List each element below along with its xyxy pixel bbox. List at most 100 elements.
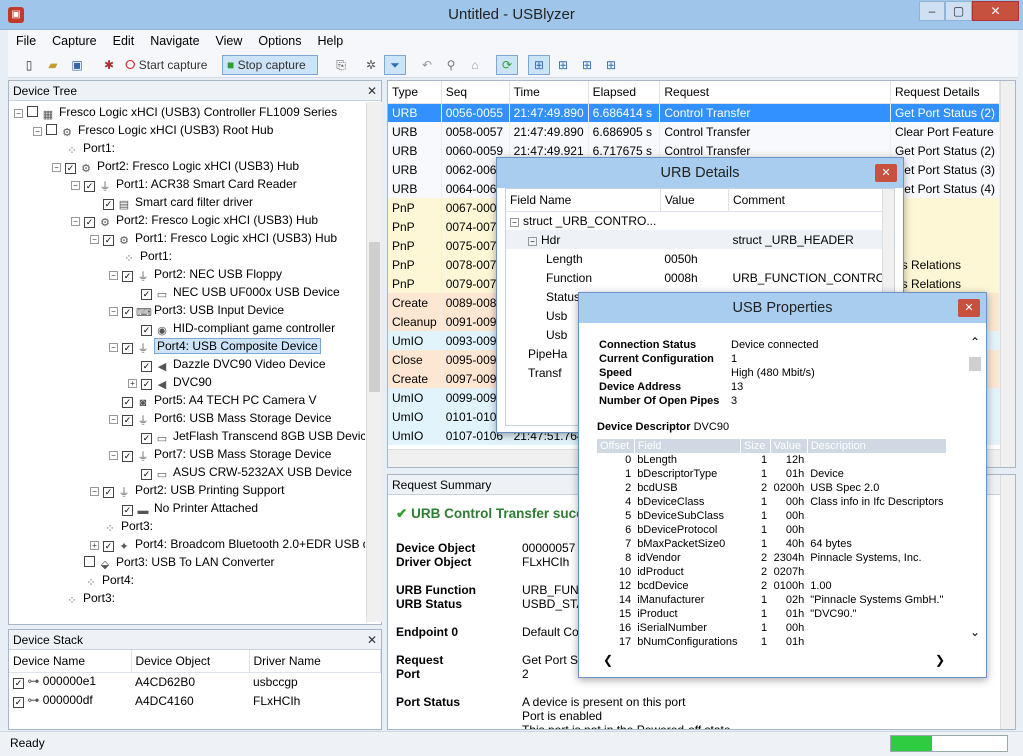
tree-checkbox[interactable]: ✓ — [141, 289, 152, 300]
menu-navigate[interactable]: Navigate — [142, 30, 207, 52]
tree-checkbox[interactable]: ✓ — [141, 325, 152, 336]
view-1-icon[interactable]: ⊞ — [528, 55, 550, 75]
tree-checkbox[interactable]: ✓ — [84, 181, 95, 192]
table-row[interactable]: 1 bDescriptorType 1 01h Device — [597, 467, 947, 481]
view-4-icon[interactable]: ⊞ — [600, 55, 622, 75]
tree-node[interactable]: − ✓ ⏚ Port7: USB Mass Storage Device — [109, 445, 331, 463]
collapse-icon[interactable]: − — [14, 109, 23, 118]
table-row[interactable]: ✓ ⊶ 000000e1 A4CD62B0 usbccgp — [9, 672, 381, 691]
column-header[interactable]: Field — [634, 439, 741, 453]
table-row[interactable]: − Hdr struct _URB_HEADER — [506, 230, 894, 249]
close-icon[interactable]: ✕ — [367, 630, 377, 650]
tree-node[interactable]: ⁘ Port3: — [90, 517, 153, 535]
table-row[interactable]: Function 0008h URB_FUNCTION_CONTROL_ — [506, 268, 894, 287]
table-row[interactable]: 15 iProduct 1 01h "DVC90." — [597, 607, 947, 621]
table-row[interactable]: 10 idProduct 2 0207h — [597, 565, 947, 579]
minimize-button[interactable]: – — [919, 1, 945, 21]
tree-checkbox[interactable] — [46, 124, 57, 135]
column-header[interactable]: Value — [660, 189, 729, 212]
stack-checkbox[interactable]: ✓ — [13, 678, 24, 690]
column-header[interactable]: Type — [388, 81, 442, 104]
menu-view[interactable]: View — [208, 30, 251, 52]
capture-settings-icon[interactable]: ✱ — [98, 55, 120, 75]
scrollbar-thumb[interactable] — [969, 357, 981, 371]
tree-checkbox[interactable]: ✓ — [84, 217, 95, 228]
tree-checkbox[interactable]: ✓ — [141, 433, 152, 444]
table-row[interactable]: 2 bcdUSB 2 0200h USB Spec 2.0 — [597, 481, 947, 495]
expand-icon[interactable]: + — [128, 379, 137, 388]
tree-checkbox[interactable]: ✓ — [103, 541, 114, 552]
column-header[interactable]: Elapsed — [588, 81, 661, 104]
tree-checkbox[interactable]: ✓ — [103, 199, 114, 210]
props-scrollbar[interactable]: ⌃ ⌄ — [968, 335, 982, 655]
open-folder-icon[interactable]: ▰ — [42, 55, 64, 75]
tree-checkbox[interactable]: ✓ — [122, 307, 133, 318]
close-icon[interactable]: ✕ — [958, 299, 980, 317]
collapse-icon[interactable]: − — [90, 235, 99, 244]
start-capture-button[interactable]: ⭘ Start capture — [120, 55, 220, 75]
maximize-button[interactable]: ▢ — [945, 1, 972, 21]
tree-node[interactable]: ⁘ Port4: — [71, 571, 134, 589]
back-icon[interactable]: ↶ — [416, 55, 438, 75]
scroll-right-icon[interactable]: ❯ — [935, 653, 945, 667]
collapse-icon[interactable]: − — [71, 217, 80, 226]
column-header[interactable]: Request — [659, 81, 891, 104]
menu-capture[interactable]: Capture — [44, 30, 104, 52]
scroll-down-icon[interactable]: ⌄ — [968, 625, 982, 639]
table-row[interactable]: Length 0050h — [506, 249, 894, 268]
tree-node[interactable]: + ✓ ◀ DVC90 — [128, 373, 212, 391]
collapse-icon[interactable]: − — [109, 307, 118, 316]
menu-file[interactable]: File — [8, 30, 44, 52]
column-header[interactable]: Request Details — [890, 81, 1001, 104]
table-row[interactable]: 17 bNumConfigurations 1 01h — [597, 635, 947, 649]
column-header[interactable]: Device Object — [131, 650, 250, 673]
table-row[interactable]: 14 iManufacturer 1 02h "Pinnacle Systems Gmb… — [597, 593, 947, 607]
table-row[interactable]: URB 0056-0055 21:47:49.890 6.686414 s Contro… — [388, 103, 1001, 122]
tree-node[interactable]: ✓ ▬ No Printer Attached — [109, 499, 258, 517]
tree-node[interactable]: ⁘ Port1: — [52, 139, 115, 157]
tree-checkbox[interactable]: ✓ — [141, 361, 152, 372]
tree-node[interactable]: ✓ ▤ Smart card filter driver — [90, 193, 253, 211]
column-header[interactable]: Value — [770, 439, 808, 453]
menu-help[interactable]: Help — [310, 30, 352, 52]
table-row[interactable]: 12 bcdDevice 2 0100h 1.00 — [597, 579, 947, 593]
tree-checkbox[interactable]: ✓ — [65, 163, 76, 174]
close-icon[interactable]: ✕ — [875, 164, 897, 182]
tree-node[interactable]: − ✓ ⏚ Port6: USB Mass Storage Device — [109, 409, 331, 427]
scroll-up-icon[interactable]: ⌃ — [968, 335, 982, 349]
scroll-left-icon[interactable]: ❮ — [603, 653, 613, 667]
tree-node[interactable]: − ✓ ⏚ Port1: ACR38 Smart Card Reader — [71, 175, 297, 193]
export-icon[interactable]: ⎘ — [330, 55, 352, 75]
tree-node[interactable]: − ✓ ⏚ Port2: NEC USB Floppy — [109, 265, 282, 283]
tree-checkbox[interactable]: ✓ — [141, 379, 152, 390]
column-header[interactable]: Description — [807, 439, 948, 453]
collapse-icon[interactable]: − — [33, 127, 42, 136]
new-icon[interactable]: ▯ — [18, 55, 40, 75]
tree-node[interactable]: − ✓ ⌨ Port3: USB Input Device — [109, 301, 284, 319]
tree-node[interactable]: − ⚙ Fresco Logic xHCI (USB3) Root Hub — [33, 121, 273, 139]
tree-node[interactable]: ✓ ◉ HID-compliant game controller — [128, 319, 335, 337]
tree-checkbox[interactable]: ✓ — [122, 271, 133, 282]
refresh-icon[interactable]: ⟳ — [496, 55, 518, 75]
close-icon[interactable]: ✕ — [367, 81, 377, 101]
collapse-icon[interactable]: − — [528, 236, 537, 246]
filter-icon[interactable]: ⏷ — [384, 55, 406, 75]
tree-checkbox[interactable] — [27, 106, 38, 117]
table-row[interactable]: 7 bMaxPacketSize0 1 40h 64 bytes — [597, 537, 947, 551]
column-header[interactable]: Offset — [597, 439, 635, 453]
tree-checkbox[interactable] — [84, 556, 95, 567]
table-row[interactable]: URB 0058-0057 21:47:49.890 6.686905 s Contro… — [388, 122, 1001, 141]
column-header[interactable]: Seq — [441, 81, 510, 104]
tree-checkbox[interactable]: ✓ — [141, 469, 152, 480]
tree-checkbox[interactable]: ✓ — [122, 397, 133, 408]
tree-node[interactable]: − ✓ ⚙ Port1: Fresco Logic xHCI (USB3) Hub — [90, 229, 337, 247]
scrollbar-thumb[interactable] — [369, 242, 380, 392]
collapse-icon[interactable]: − — [510, 217, 519, 227]
collapse-icon[interactable]: − — [52, 163, 61, 172]
column-header[interactable]: Time — [509, 81, 589, 104]
tree-node[interactable]: − ✓ ⏚ Port4: USB Composite Device — [109, 337, 321, 355]
tree-node[interactable]: − ▦ Fresco Logic xHCI (USB3) Controller FL… — [14, 103, 337, 121]
tree-checkbox[interactable]: ✓ — [103, 487, 114, 498]
expand-icon[interactable]: + — [90, 541, 99, 550]
collapse-icon[interactable]: − — [109, 343, 118, 352]
